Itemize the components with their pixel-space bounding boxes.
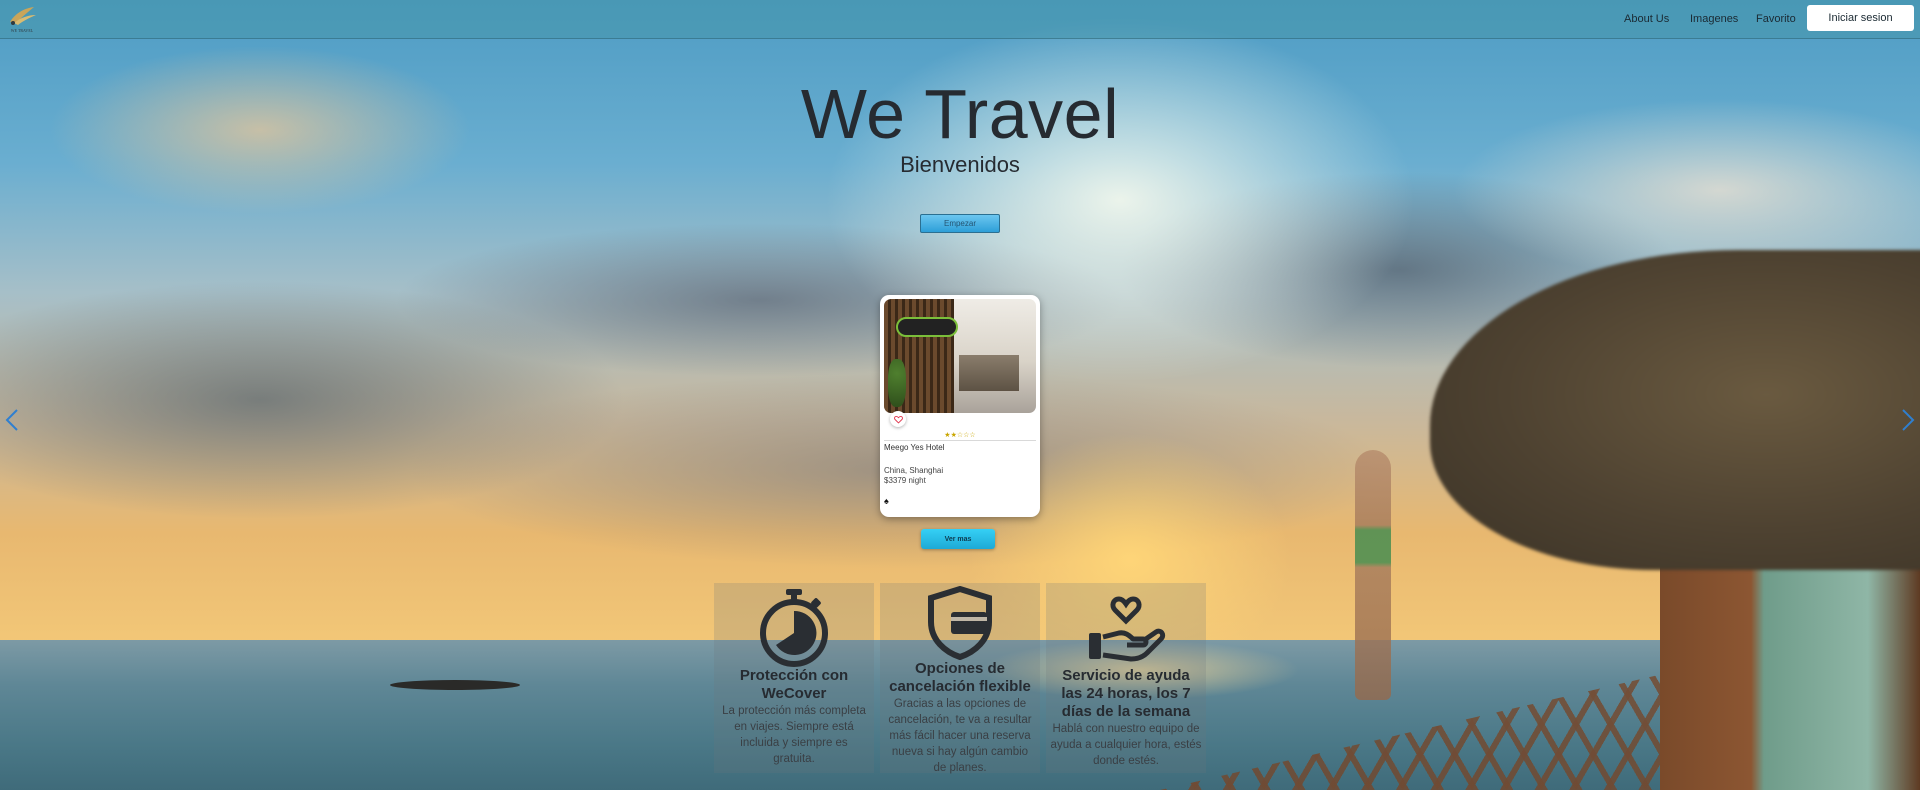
star-rating: ★★☆☆☆: [944, 432, 976, 439]
carousel-next-button[interactable]: [1899, 408, 1917, 432]
navbar: WE TRAVEL About Us Imagenes Favorito Ini…: [0, 0, 1920, 39]
helping-hand-heart-icon: [1089, 596, 1166, 662]
feature-text: Gracias a las opciones de cancelación, t…: [888, 698, 1032, 774]
carousel-prev-button[interactable]: [3, 408, 21, 432]
chevron-left-icon: [5, 409, 18, 431]
feature-ayuda: Servicio de ayuda las 24 horas, los 7 dí…: [1046, 583, 1206, 773]
favorite-button[interactable]: [890, 411, 906, 427]
more-button[interactable]: Ver mas: [921, 529, 995, 549]
hotel-location: China, Shanghai: [884, 466, 944, 475]
stopwatch-icon: [760, 589, 828, 667]
person-figure: [1355, 450, 1391, 700]
feature-cancelacion: Opciones de cancelación flexible Gracias…: [880, 583, 1040, 774]
hotel-name: Meego Yes Hotel: [884, 443, 945, 452]
start-button[interactable]: Empezar: [920, 214, 1000, 233]
reception-desk: [959, 355, 1019, 391]
brand-logo[interactable]: WE TRAVEL: [4, 4, 40, 34]
feature-title: Protección con WeCover: [739, 667, 849, 702]
chevron-right-icon: [1902, 409, 1915, 431]
logo-icon: WE TRAVEL: [10, 7, 36, 33]
feature-title: Servicio de ayuda las 24 horas, los 7 dí…: [1061, 667, 1191, 720]
nav-link-imagenes[interactable]: Imagenes: [1690, 13, 1738, 25]
heart-icon: [893, 415, 903, 424]
login-button[interactable]: Iniciar sesion: [1807, 5, 1914, 31]
shield-card-icon: [928, 586, 992, 660]
feature-text: Hablá con nuestro equipo de ayuda a cual…: [1050, 723, 1202, 767]
plant: [888, 359, 906, 407]
rocks: [390, 680, 520, 690]
nav-link-about-us[interactable]: About Us: [1624, 13, 1669, 25]
feature-title: Opciones de cancelación flexible: [889, 660, 1031, 695]
hotel-image: [884, 299, 1036, 413]
card-divider: [884, 440, 1036, 441]
hero-subtitle: Bienvenidos: [900, 152, 1020, 177]
nav-link-favorito[interactable]: Favorito: [1756, 13, 1796, 25]
spade-icon: ♠: [884, 496, 889, 506]
feature-wecover: Protección con WeCover La protección más…: [714, 583, 874, 773]
hotel-sign: [896, 317, 958, 337]
svg-text:WE TRAVEL: WE TRAVEL: [11, 28, 34, 33]
feature-text: La protección más completa en viajes. Si…: [722, 705, 866, 765]
hut-wall: [1660, 540, 1920, 790]
hero-title: We Travel: [800, 75, 1120, 153]
hotel-price: $3379 night: [884, 476, 926, 485]
